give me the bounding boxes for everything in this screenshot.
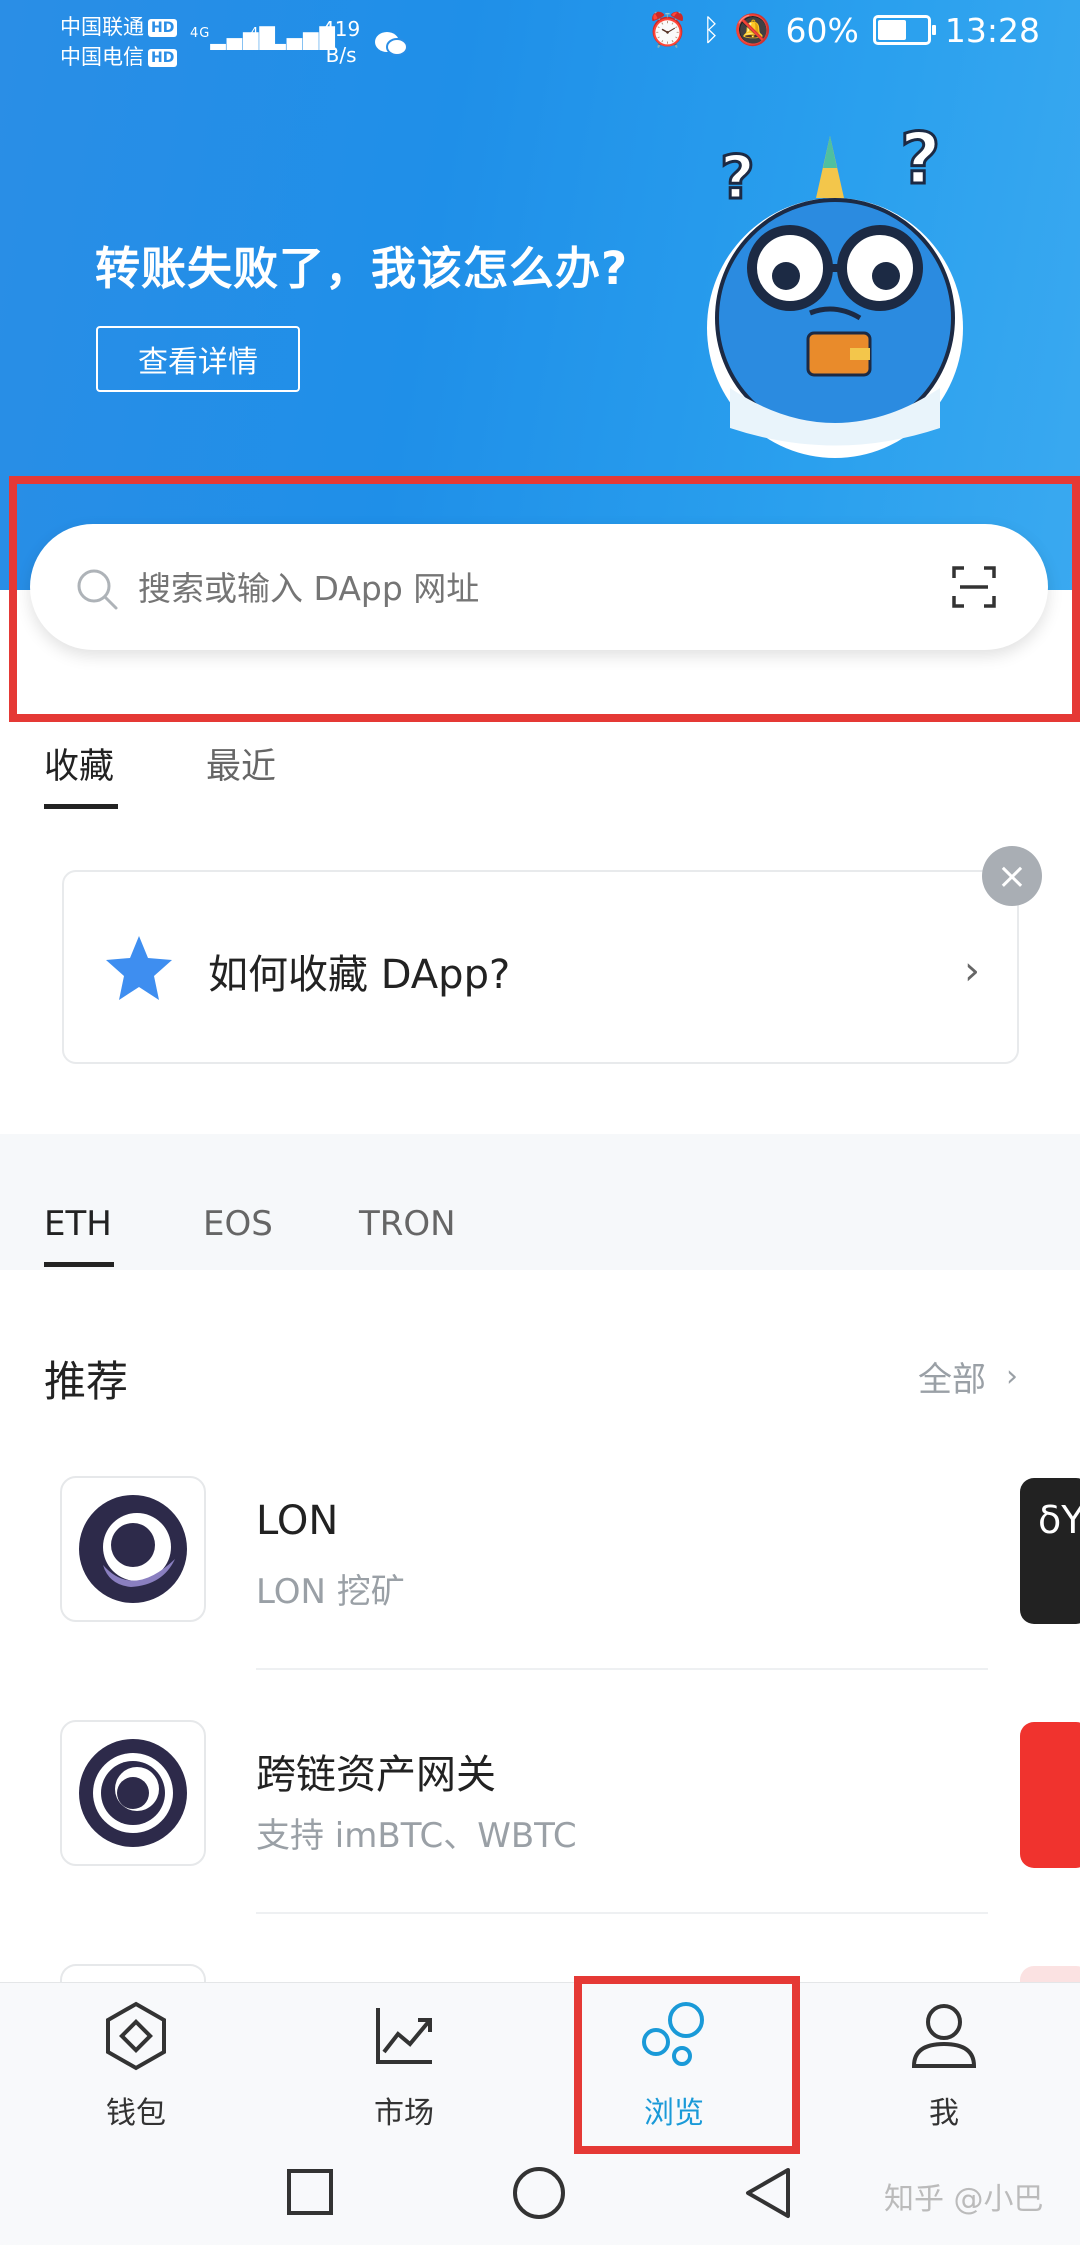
highlight-box-browse <box>574 1976 800 2154</box>
mascot-illustration: ? ? <box>707 128 963 458</box>
nav-market-label: 市场 <box>374 2096 434 2131</box>
nav-market[interactable]: 市场 <box>324 2000 484 2132</box>
app-icon-lon[interactable] <box>60 1476 206 1622</box>
net-speed: 419 B/s <box>322 17 361 67</box>
tab-eos[interactable]: EOS <box>203 1204 273 1244</box>
tip-text: 如何收藏 DApp? <box>208 952 511 998</box>
view-all-link[interactable]: 全部 › <box>918 1352 1018 1401</box>
svg-text:?: ? <box>720 143 755 213</box>
recents-icon[interactable] <box>286 2168 334 2216</box>
chain-tab-bar <box>0 1134 1080 1270</box>
battery-icon <box>872 15 936 45</box>
carrier-info: 中国联通 HD 中国电信 HD <box>60 12 178 72</box>
watermark: 知乎 @小巴 <box>884 2182 1044 2217</box>
app-name: 跨链资产网关 <box>256 1752 496 1798</box>
app-desc: LON 挖矿 <box>256 1572 405 1612</box>
view-all-label: 全部 <box>918 1360 986 1400</box>
highlight-box-search <box>9 476 1080 722</box>
app-desc: 支持 imBTC、WBTC <box>256 1816 577 1856</box>
nav-me-label: 我 <box>929 2096 959 2131</box>
app-name: LON <box>256 1498 339 1544</box>
banner-headline: 转账失败了，我该怎么办? <box>95 242 629 295</box>
wechat-icon <box>374 30 408 65</box>
divider <box>256 1912 988 1914</box>
carrier1: 中国联通 <box>60 15 144 39</box>
peek-card-1[interactable]: δY <box>1020 1478 1080 1624</box>
chain-tab-indicator <box>44 1262 114 1267</box>
wallet-icon <box>106 2001 166 2071</box>
nav-wallet[interactable]: 钱包 <box>56 2000 216 2132</box>
tab-eth[interactable]: ETH <box>44 1204 112 1244</box>
view-details-button[interactable]: 查看详情 <box>96 326 300 392</box>
favorite-tip-card[interactable] <box>62 870 1019 1064</box>
chart-icon <box>376 2008 432 2064</box>
divider <box>256 1668 988 1670</box>
alarm-icon: ⏰ <box>647 10 689 49</box>
star-icon <box>106 936 172 1000</box>
chevron-right-icon: › <box>1006 1359 1018 1394</box>
battery-percent: 60% <box>785 10 859 50</box>
home-icon[interactable] <box>512 2166 566 2220</box>
recommend-title: 推荐 <box>44 1357 129 1406</box>
nav-wallet-label: 钱包 <box>106 2096 166 2131</box>
nav-me[interactable]: 我 <box>864 2000 1024 2132</box>
tab-indicator <box>44 804 118 809</box>
chevron-right-icon: › <box>964 948 980 994</box>
peek-card-2[interactable] <box>1020 1722 1080 1868</box>
status-right: ⏰ ᛒ 🔕 60% 13:28 <box>647 10 1040 50</box>
tab-favorites[interactable]: 收藏 <box>44 738 114 789</box>
app-icon-cross-chain[interactable] <box>60 1720 206 1866</box>
tab-tron[interactable]: TRON <box>359 1204 456 1244</box>
mute-icon: 🔕 <box>734 12 772 48</box>
tab-recent[interactable]: 最近 <box>206 738 276 789</box>
close-icon[interactable]: × <box>982 846 1042 906</box>
carrier2: 中国电信 <box>60 45 144 69</box>
user-icon <box>911 2004 977 2068</box>
svg-text:?: ? <box>900 128 941 200</box>
clock: 13:28 <box>944 10 1040 50</box>
back-icon[interactable] <box>744 2166 792 2220</box>
bluetooth-icon: ᛒ <box>702 12 721 48</box>
